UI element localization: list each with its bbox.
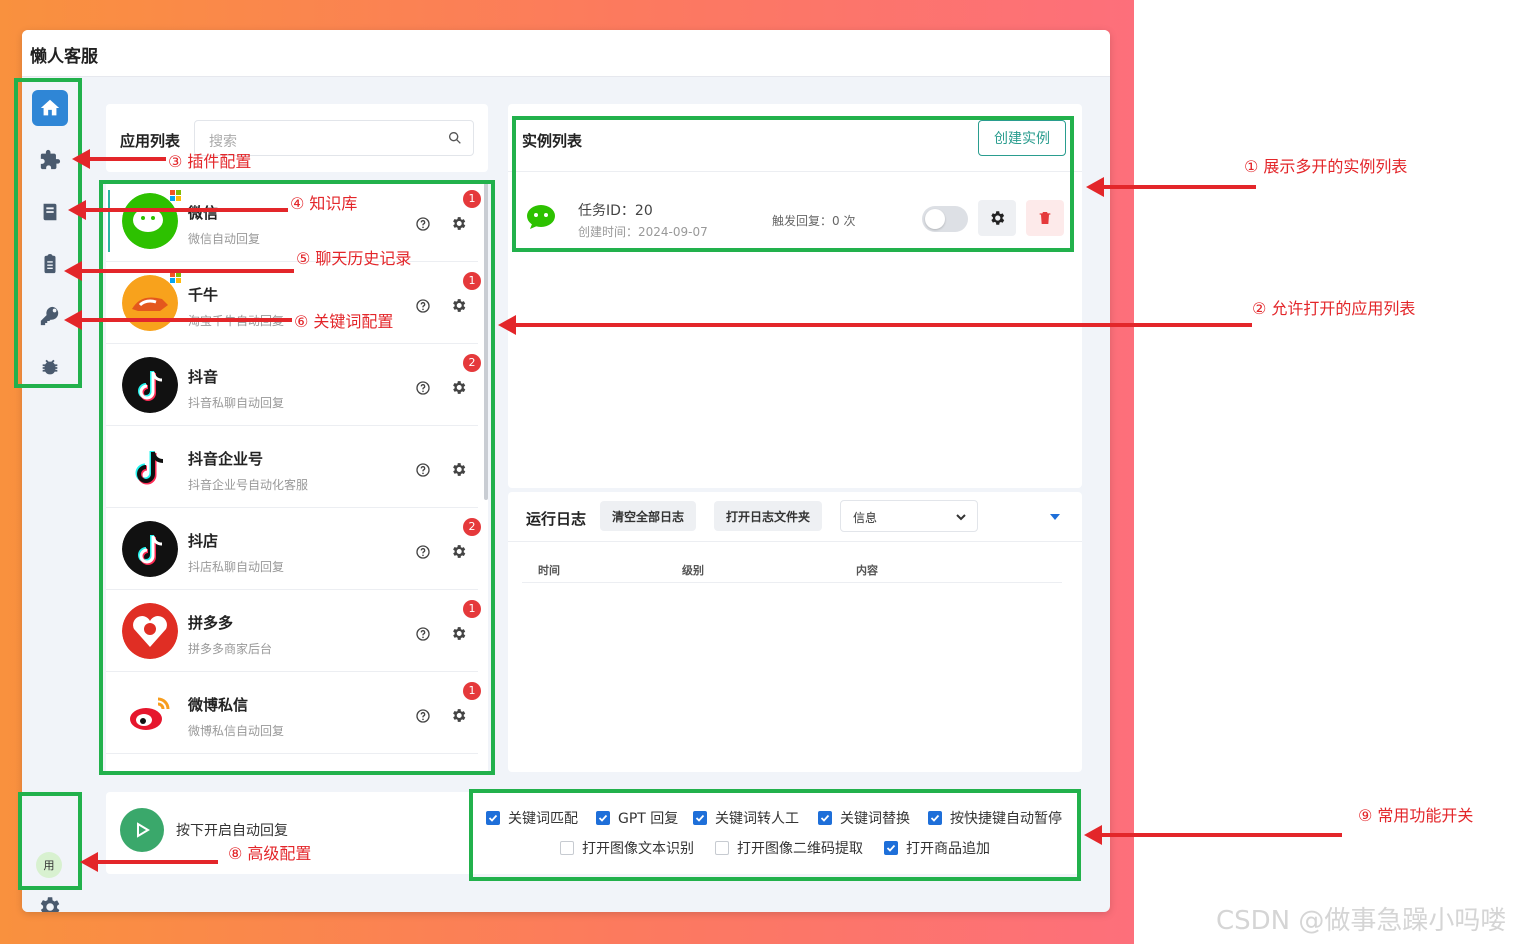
watermark: CSDN @做事急躁小吗喽 [1216,906,1507,936]
clear-logs-button[interactable]: 清空全部日志 [600,501,697,531]
annotation-keyword-config: ⑥ 关键词配置 [294,312,394,331]
annotation-app-list: ② 允许打开的应用列表 [1252,299,1416,318]
log-panel: 运行日志 清空全部日志 打开日志文件夹 信息 时间 级别 内容 [508,492,1082,772]
highlight-feature-toggles [469,789,1081,881]
arrow-2 [498,315,1252,335]
search-icon[interactable] [447,130,463,146]
open-log-folder-button[interactable]: 打开日志文件夹 [714,501,823,531]
annotation-instance-list: ① 展示多开的实例列表 [1244,157,1408,176]
log-header: 运行日志 清空全部日志 打开日志文件夹 信息 [508,492,1082,542]
settings-gear-icon[interactable] [36,894,62,912]
column-content: 内容 [856,564,878,577]
caret-down-icon[interactable] [1048,510,1062,524]
annotation-feature-switches: ⑨ 常用功能开关 [1358,806,1474,825]
annotation-advanced-config: ⑧ 高级配置 [228,844,312,863]
arrow-8 [80,852,218,872]
annotation-knowledge-base: ④ 知识库 [290,194,358,213]
play-icon [137,822,150,838]
column-level: 级别 [682,564,704,577]
arrow-9 [1084,825,1342,845]
table-divider [522,582,1062,583]
highlight-instance-list [512,116,1074,252]
log-level-value: 信息 [853,511,878,525]
highlight-bottom-sidebar [18,792,82,890]
app-list-header: 应用列表 搜索 [106,104,488,172]
column-time: 时间 [538,564,560,577]
arrow-3 [72,149,166,169]
log-level-select[interactable]: 信息 [840,500,978,532]
arrow-1 [1086,177,1256,197]
arrow-5 [64,261,294,281]
arrow-4 [68,200,288,220]
start-auto-reply-button[interactable] [120,808,164,852]
app-title: 懒人客服 [30,47,98,67]
log-title: 运行日志 [526,510,587,528]
start-label: 按下开启自动回复 [176,823,288,839]
annotation-chat-history: ⑤ 聊天历史记录 [296,249,412,268]
chevron-down-icon [956,514,966,521]
title-bar: 懒人客服 [22,30,1110,77]
arrow-6 [64,310,292,330]
highlight-sidebar [14,78,82,388]
annotation-plugin-config: ③ 插件配置 [168,152,252,171]
